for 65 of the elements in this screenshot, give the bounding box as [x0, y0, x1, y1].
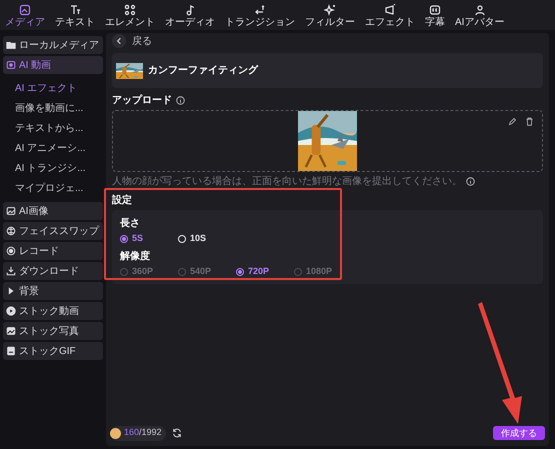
- refresh-button[interactable]: [172, 428, 182, 438]
- toolbar-tab[interactable]: テキスト: [53, 4, 97, 30]
- toolbar-tab[interactable]: AIアバター: [453, 4, 506, 30]
- sidebar-item[interactable]: AI画像: [3, 202, 103, 220]
- pencil-icon: [508, 117, 517, 126]
- sidebar-item[interactable]: ストック動画: [3, 302, 103, 320]
- radio-option[interactable]: 5S: [120, 232, 178, 246]
- sidebar-item[interactable]: ダウンロード: [3, 262, 103, 280]
- edit-button[interactable]: [508, 117, 517, 126]
- video-icon: [6, 60, 16, 70]
- folder-icon: [6, 40, 16, 50]
- section-label: アップロード: [112, 93, 172, 108]
- toolbar-tab[interactable]: エレメント: [103, 4, 157, 30]
- avatar-icon: [474, 4, 486, 16]
- sidebar-item[interactable]: 背景: [3, 282, 103, 300]
- radio-option[interactable]: 720P: [236, 265, 294, 279]
- setting-label: 長さ: [120, 216, 140, 231]
- download-icon: [6, 266, 16, 276]
- upload-area[interactable]: [112, 110, 543, 172]
- sidebar-item[interactable]: フェイススワップ: [3, 222, 103, 240]
- sparkle-icon: [324, 4, 336, 16]
- info-icon: [466, 177, 475, 186]
- toolbar-tab[interactable]: 字幕: [423, 4, 447, 30]
- template-card[interactable]: カンフーファイティング: [112, 53, 543, 88]
- back-button[interactable]: 戻る: [112, 33, 152, 49]
- toolbar-tab[interactable]: フィルター: [303, 4, 357, 30]
- delete-button[interactable]: [525, 117, 534, 126]
- refresh-icon: [172, 428, 182, 438]
- radio-option[interactable]: 10S: [178, 232, 236, 246]
- music-note-icon: [184, 4, 196, 16]
- sidebar-item[interactable]: AI 動画: [3, 56, 103, 74]
- hint-text: 人物の顔が写っている場合は、正面を向いた鮮明な画像を提出してください。: [112, 174, 462, 189]
- record-icon: [6, 246, 16, 256]
- info-icon: [176, 96, 185, 105]
- text-icon: [69, 4, 81, 16]
- sidebar-item[interactable]: レコード: [3, 242, 103, 260]
- toolbar-tab[interactable]: エフェクト: [363, 4, 417, 30]
- toolbar-tab[interactable]: トランジション: [223, 4, 297, 30]
- trash-icon: [525, 117, 534, 126]
- section-label: 設定: [112, 193, 132, 208]
- face-icon: [6, 226, 16, 236]
- caption-icon: [429, 4, 441, 16]
- template-title: カンフーファイティング: [148, 64, 258, 78]
- create-button[interactable]: 作成する: [493, 426, 545, 440]
- image-icon: [6, 206, 16, 216]
- play-icon: [6, 306, 16, 316]
- effect-icon: [384, 4, 396, 16]
- sidebar-item[interactable]: ストック写真: [3, 322, 103, 340]
- sidebar-subitem[interactable]: AI トランジシ...: [15, 158, 103, 178]
- sidebar-subitem[interactable]: AI アニメーシ...: [15, 138, 103, 158]
- caret-icon: [6, 286, 16, 296]
- credits-text: 160/1992: [124, 426, 162, 440]
- toolbar-tab[interactable]: メディア: [3, 4, 47, 30]
- elements-icon: [124, 4, 136, 16]
- coin-icon: [110, 428, 121, 438]
- sidebar-subitem[interactable]: マイプロジェ...: [15, 178, 103, 198]
- chevron-left-icon: [115, 37, 123, 45]
- setting-label: 解像度: [120, 249, 150, 264]
- sidebar-item[interactable]: ストックGIF: [3, 342, 103, 360]
- sidebar-subitem[interactable]: テキストから...: [15, 118, 103, 138]
- sidebar-subitem[interactable]: 画像を動画に...: [15, 98, 103, 118]
- transition-icon: [254, 4, 266, 16]
- sidebar-item[interactable]: ローカルメディア: [3, 36, 103, 54]
- sidebar-subitem[interactable]: AI エフェクト: [15, 78, 103, 98]
- toolbar-tab[interactable]: オーディオ: [163, 4, 217, 30]
